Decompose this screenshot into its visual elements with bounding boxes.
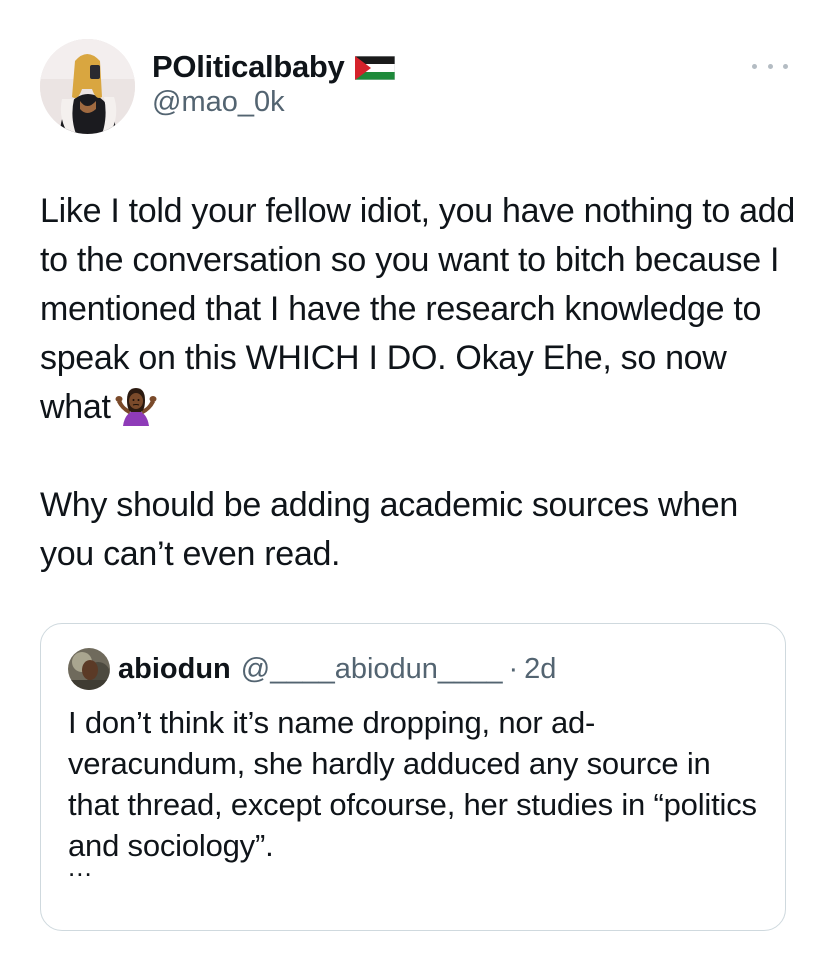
woman-shrugging-emoji-icon bbox=[115, 386, 157, 426]
dot-icon bbox=[752, 63, 757, 69]
tweet-paragraph-1: Like I told your fellow idiot, you have … bbox=[40, 187, 800, 432]
author-display-name[interactable]: POliticalbaby bbox=[152, 49, 345, 85]
quoted-tweet-timestamp[interactable]: 2d bbox=[524, 653, 556, 686]
author-handle[interactable]: @mao_0k bbox=[152, 86, 285, 119]
separator-dot: · bbox=[508, 652, 519, 685]
tweet-body: Like I told your fellow idiot, you have … bbox=[40, 187, 800, 579]
quoted-author-name[interactable]: abiodun bbox=[118, 653, 231, 686]
quoted-tweet-header: abiodun @____abiodun____ · 2d bbox=[68, 648, 556, 690]
more-options-icon[interactable] bbox=[752, 56, 788, 76]
dot-icon bbox=[767, 63, 773, 69]
quoted-tweet-text: I don’t think it’s name dropping, nor ad… bbox=[68, 705, 757, 863]
author-avatar[interactable] bbox=[40, 39, 135, 134]
quoted-author-avatar[interactable] bbox=[68, 648, 110, 690]
quoted-tweet-truncation: ... bbox=[68, 852, 93, 882]
quoted-author-handle[interactable]: @____abiodun____ bbox=[241, 653, 503, 686]
tweet-paragraph-2: Why should be adding academic sources wh… bbox=[40, 486, 739, 573]
palestine-flag-icon bbox=[354, 55, 395, 81]
author-name-row[interactable]: POliticalbaby bbox=[152, 48, 395, 86]
quoted-tweet-card[interactable]: abiodun @____abiodun____ · 2d I don’t th… bbox=[40, 623, 786, 931]
dot-icon bbox=[783, 63, 788, 69]
